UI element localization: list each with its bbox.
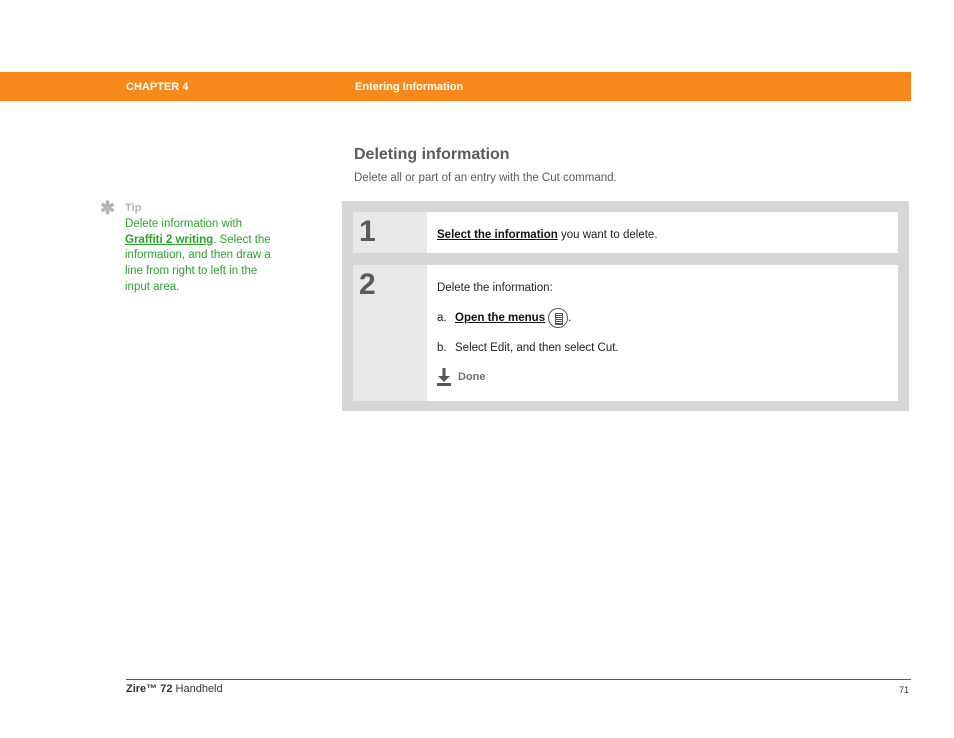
substep-after: . [568, 312, 572, 324]
product-name: Zire™ 72 [126, 683, 173, 695]
graffiti-link[interactable]: Graffiti 2 writing [125, 234, 213, 246]
section-subtitle: Delete all or part of an entry with the … [354, 172, 617, 184]
steps-box: 1 Select the information you want to del… [342, 201, 909, 411]
step-number: 1 [353, 212, 427, 253]
substep-marker: b. [437, 342, 447, 354]
step-number: 2 [353, 265, 427, 401]
substep-a: a. Open the menus . [437, 308, 898, 328]
select-information-link[interactable]: Select the information [437, 229, 558, 241]
substep-b: b. Select Edit, and then select Cut. [437, 342, 898, 354]
step-text: you want to delete. [557, 229, 658, 241]
asterisk-icon: ✱ [100, 198, 116, 218]
tip-label: Tip [125, 202, 142, 214]
step-content: Delete the information: a. Open the menu… [427, 265, 898, 401]
chapter-title: Entering Information [355, 81, 464, 93]
down-arrow-icon [437, 368, 451, 386]
chapter-label: CHAPTER 4 [126, 81, 189, 93]
footer-product: Zire™ 72 Handheld [126, 683, 223, 695]
page-number: 71 [899, 685, 910, 695]
open-menus-link[interactable]: Open the menus [455, 312, 545, 324]
substep-marker: a. [437, 312, 447, 324]
menu-icon [548, 308, 569, 328]
footer-divider [126, 679, 911, 680]
done-indicator: Done [437, 368, 898, 386]
step-intro: Delete the information: [437, 282, 553, 294]
step-1: 1 Select the information you want to del… [353, 212, 898, 253]
substep-text: Select Edit, and then select Cut. [455, 342, 619, 354]
step-content: Select the information you want to delet… [427, 212, 898, 253]
tip-text-before: Delete information with [125, 218, 242, 230]
tip-body: Delete information with Graffiti 2 writi… [125, 217, 275, 296]
step-2: 2 Delete the information: a. Open the me… [353, 265, 898, 401]
product-suffix: Handheld [172, 683, 223, 695]
done-label: Done [458, 371, 486, 383]
section-title: Deleting information [354, 146, 510, 163]
